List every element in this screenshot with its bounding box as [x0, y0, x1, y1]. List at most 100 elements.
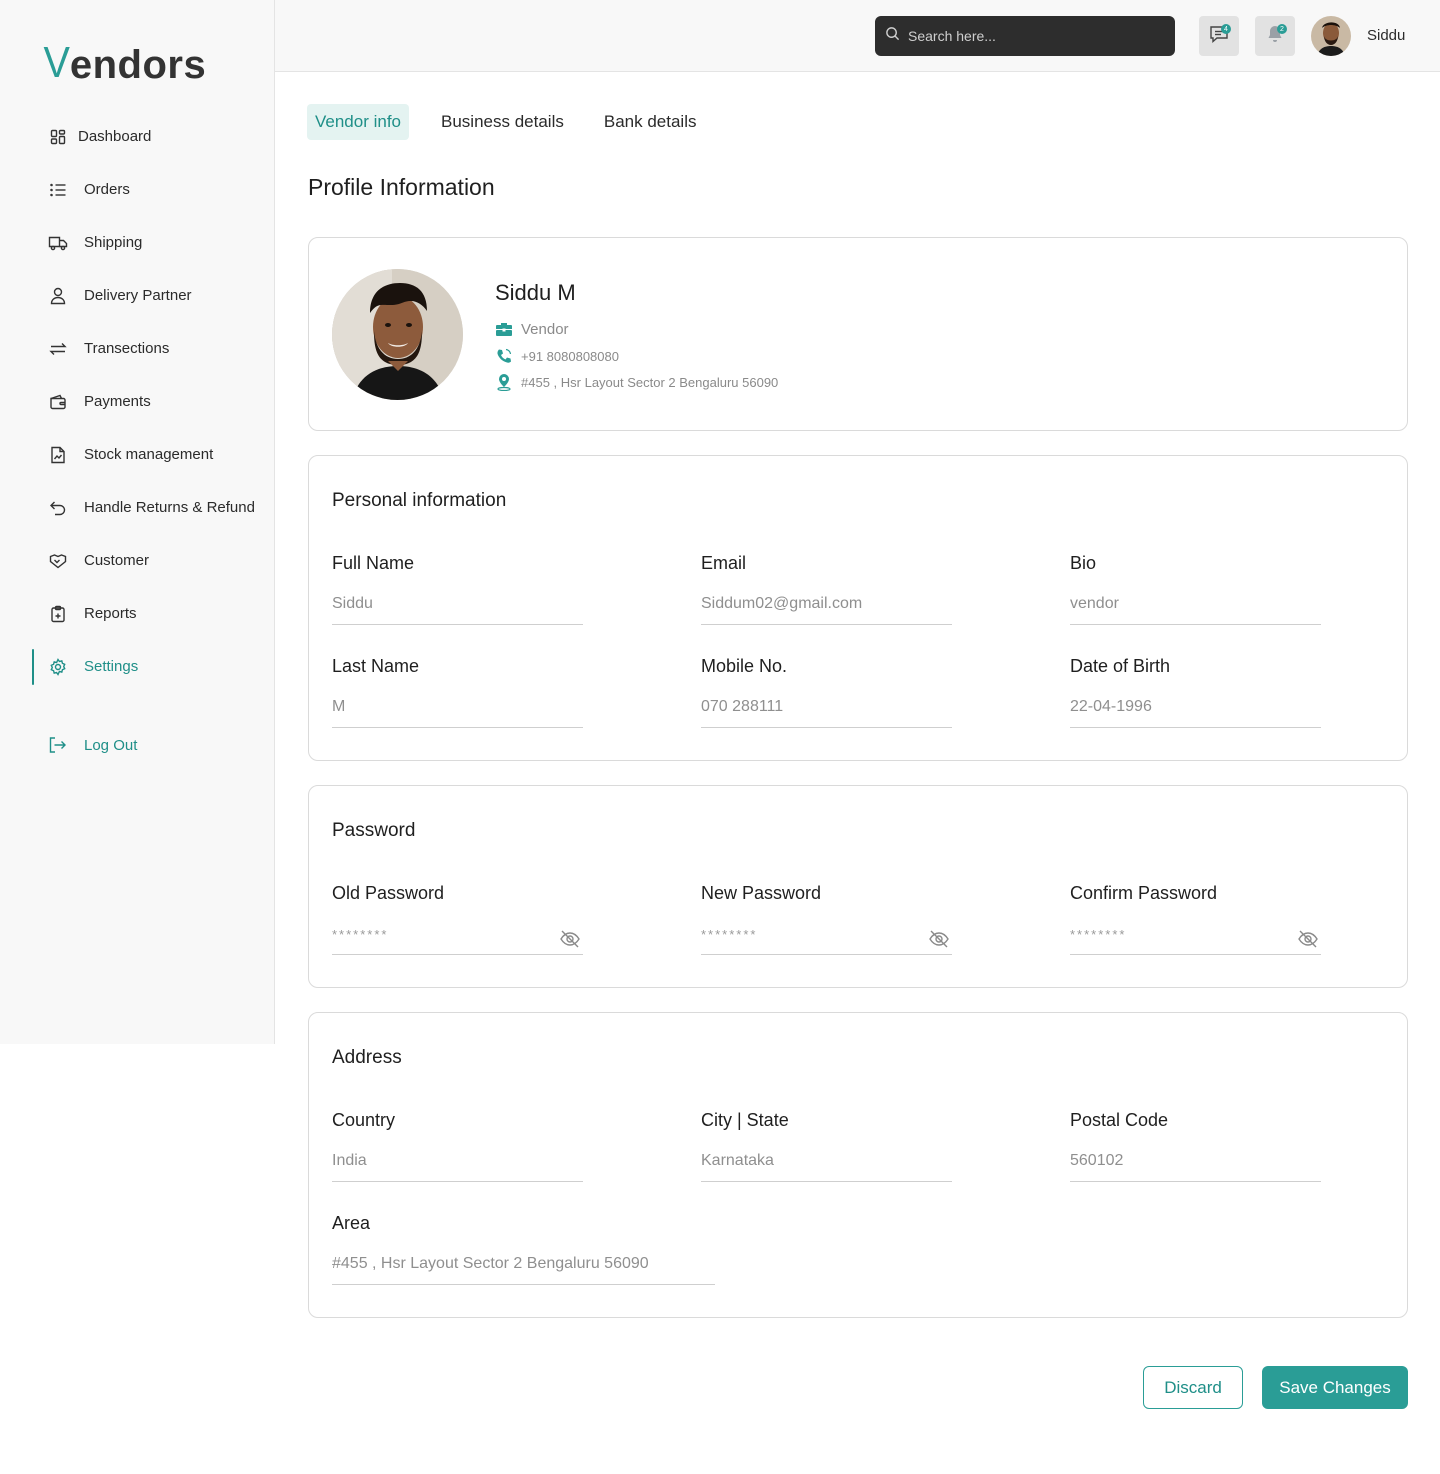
bio-field[interactable]: Bio vendor	[1070, 553, 1321, 625]
old-password-value[interactable]: ********	[332, 927, 388, 942]
city-state-value[interactable]: Karnataka	[701, 1152, 952, 1172]
tab-business-details[interactable]: Business details	[433, 104, 572, 140]
avatar[interactable]	[1311, 16, 1351, 56]
logo-text: endors	[69, 43, 207, 87]
email-value[interactable]: Siddum02@gmail.com	[701, 595, 952, 615]
confirm-password-field[interactable]: Confirm Password ********	[1070, 883, 1321, 955]
logout-label: Log Out	[84, 736, 138, 754]
page-title: Profile Information	[308, 174, 495, 200]
sidebar-item-transections[interactable]: Transections	[0, 322, 275, 375]
field-underline	[332, 624, 583, 625]
discard-button[interactable]: Discard	[1143, 1366, 1243, 1409]
profile-name: Siddu M	[495, 280, 576, 305]
profile-role-row: Vendor	[495, 320, 569, 338]
dob-field[interactable]: Date of Birth 22-04-1996	[1070, 656, 1321, 728]
personal-info-title: Personal information	[332, 490, 507, 511]
user-icon	[48, 286, 68, 306]
field-underline	[332, 954, 583, 955]
sidebar-item-orders[interactable]: Orders	[0, 163, 275, 216]
eye-off-icon[interactable]	[928, 928, 950, 950]
field-underline	[1070, 1181, 1321, 1182]
vendors-logo[interactable]: Vendors	[42, 38, 206, 88]
dob-label: Date of Birth	[1070, 656, 1171, 676]
last-name-field[interactable]: Last Name M	[332, 656, 583, 728]
city-state-field[interactable]: City | State Karnataka	[701, 1110, 952, 1182]
sidebar-item-label: Payments	[84, 393, 151, 410]
profile-avatar[interactable]	[332, 269, 463, 400]
profile-address: #455 , Hsr Layout Sector 2 Bengaluru 560…	[521, 374, 779, 390]
postal-code-value[interactable]: 560102	[1070, 1152, 1321, 1172]
field-underline	[332, 1284, 715, 1285]
password-title: Password	[332, 820, 416, 841]
sidebar-item-label: Shipping	[84, 234, 143, 251]
messages-badge: 4	[1221, 24, 1231, 34]
personal-info-card: Personal information Full Name Siddu Ema…	[308, 455, 1408, 761]
confirm-password-label: Confirm Password	[1070, 883, 1218, 903]
sidebar-item-label: Dashboard	[78, 128, 152, 145]
eye-off-icon[interactable]	[1297, 928, 1319, 950]
sidebar-item-customer[interactable]: Customer	[0, 534, 275, 587]
profile-address-row: #455 , Hsr Layout Sector 2 Bengaluru 560…	[495, 373, 778, 391]
area-label: Area	[332, 1213, 371, 1233]
tab-bank-details[interactable]: Bank details	[596, 104, 705, 140]
sidebar-item-delivery-partner[interactable]: Delivery Partner	[0, 269, 275, 322]
handshake-icon	[48, 551, 68, 571]
location-pin-icon	[495, 373, 513, 391]
search-box[interactable]	[875, 16, 1175, 56]
field-underline	[332, 1181, 583, 1182]
country-label: Country	[332, 1110, 396, 1130]
dob-value[interactable]: 22-04-1996	[1070, 698, 1321, 718]
country-field[interactable]: Country India	[332, 1110, 583, 1182]
field-underline	[701, 1181, 952, 1182]
full-name-value[interactable]: Siddu	[332, 595, 583, 615]
sidebar-item-label: Stock management	[84, 446, 214, 463]
search-icon	[885, 26, 900, 46]
old-password-label: Old Password	[332, 883, 445, 903]
sidebar-item-label: Orders	[84, 181, 130, 198]
sidebar-item-stock-management[interactable]: Stock management	[0, 428, 275, 481]
briefcase-icon	[495, 320, 513, 338]
area-value[interactable]: #455 , Hsr Layout Sector 2 Bengaluru 560…	[332, 1255, 715, 1275]
sidebar: Vendors Dashboard Orders Shipping Delive…	[0, 0, 275, 1044]
wallet-icon	[48, 392, 68, 412]
field-underline	[701, 727, 952, 728]
sidebar-item-payments[interactable]: Payments	[0, 375, 275, 428]
notifications-button[interactable]: 2	[1255, 16, 1295, 56]
mobile-field[interactable]: Mobile No. 070 288111	[701, 656, 952, 728]
postal-code-field[interactable]: Postal Code 560102	[1070, 1110, 1321, 1182]
mobile-label: Mobile No.	[701, 656, 788, 676]
confirm-password-value[interactable]: ********	[1070, 927, 1126, 942]
email-field[interactable]: Email Siddum02@gmail.com	[701, 553, 952, 625]
old-password-field[interactable]: Old Password ********	[332, 883, 583, 955]
messages-button[interactable]: 4	[1199, 16, 1239, 56]
country-value[interactable]: India	[332, 1152, 583, 1172]
tab-vendor-info[interactable]: Vendor info	[307, 104, 410, 140]
sidebar-item-settings[interactable]: Settings	[0, 640, 275, 693]
save-changes-button[interactable]: Save Changes	[1262, 1366, 1408, 1409]
full-name-label: Full Name	[332, 553, 415, 573]
field-underline	[701, 954, 952, 955]
sidebar-item-label: Customer	[84, 552, 150, 569]
eye-off-icon[interactable]	[559, 928, 581, 950]
bio-value[interactable]: vendor	[1070, 595, 1321, 615]
user-name[interactable]: Siddu	[1367, 27, 1405, 44]
last-name-label: Last Name	[332, 656, 420, 676]
sidebar-item-label: Transections	[84, 340, 170, 357]
area-field[interactable]: Area #455 , Hsr Layout Sector 2 Bengalur…	[332, 1213, 715, 1285]
email-label: Email	[701, 553, 747, 573]
sidebar-nav: Dashboard Orders Shipping Delivery Partn…	[0, 110, 275, 693]
field-underline	[1070, 954, 1321, 955]
mobile-value[interactable]: 070 288111	[701, 698, 952, 718]
profile-role: Vendor	[521, 320, 569, 338]
logout-button[interactable]: Log Out	[48, 735, 137, 755]
last-name-value[interactable]: M	[332, 698, 583, 718]
sidebar-item-shipping[interactable]: Shipping	[0, 216, 275, 269]
sidebar-item-handle-returns[interactable]: Handle Returns & Refund	[0, 481, 275, 534]
new-password-field[interactable]: New Password ********	[701, 883, 952, 955]
new-password-value[interactable]: ********	[701, 927, 757, 942]
full-name-field[interactable]: Full Name Siddu	[332, 553, 583, 625]
sidebar-item-dashboard[interactable]: Dashboard	[0, 110, 275, 163]
search-input[interactable]	[908, 28, 1148, 44]
stock-report-icon	[48, 445, 68, 465]
sidebar-item-reports[interactable]: Reports	[0, 587, 275, 640]
